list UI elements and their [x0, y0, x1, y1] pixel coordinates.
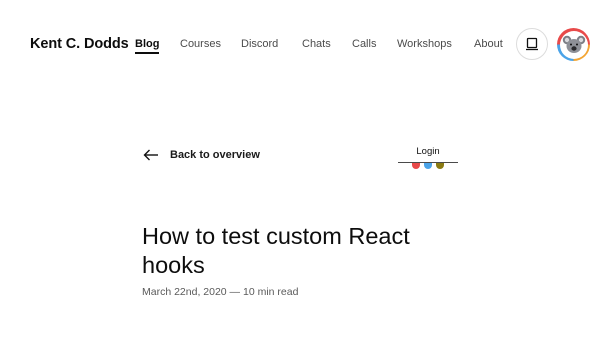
page: Kent C. Dodds Blog Courses Discord Chats…: [0, 0, 600, 338]
site-brand-link[interactable]: Kent C. Dodds: [30, 36, 129, 52]
arrow-left-icon: [143, 149, 158, 161]
login-dot-blue: [424, 163, 432, 169]
theme-toggle-button[interactable]: [516, 28, 548, 60]
avatar-frame: [559, 30, 588, 59]
nav-link-workshops[interactable]: Workshops: [397, 38, 452, 50]
login-dot-red: [412, 163, 420, 169]
nav-link-blog[interactable]: Blog: [135, 38, 160, 54]
laptop-icon: [526, 37, 538, 51]
user-avatar-button[interactable]: [557, 28, 590, 61]
nav-link-about[interactable]: About: [474, 38, 503, 50]
koala-avatar-icon: [562, 35, 585, 53]
nav-link-chats[interactable]: Chats: [302, 38, 331, 50]
login-widget[interactable]: Login: [398, 146, 458, 176]
back-to-overview-link[interactable]: Back to overview: [143, 147, 260, 163]
nav-link-discord[interactable]: Discord: [241, 38, 278, 50]
login-label: Login: [416, 146, 440, 157]
article-title: How to test custom React hooks: [142, 223, 410, 278]
login-dot-olive: [436, 163, 444, 169]
article-meta: March 22nd, 2020 — 10 min read: [142, 286, 299, 298]
nav-link-calls[interactable]: Calls: [352, 38, 376, 50]
nav-link-courses[interactable]: Courses: [180, 38, 221, 50]
back-link-label: Back to overview: [170, 149, 260, 161]
